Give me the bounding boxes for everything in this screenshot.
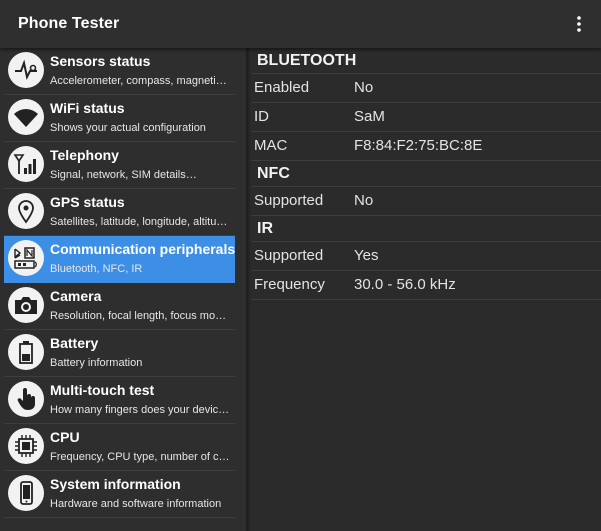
sidebar-item-title: Sensors status — [50, 53, 151, 69]
sidebar-item-subtitle: Accelerometer, compass, magnetic fie — [50, 75, 232, 87]
cell-tower-icon — [8, 146, 44, 182]
sidebar-item-multi-touch-test[interactable]: Multi-touch test How many fingers does y… — [4, 377, 235, 424]
info-key: Frequency — [254, 276, 325, 293]
info-row: MAC F8:84:F2:75:BC:8E — [251, 132, 601, 161]
sidebar-item-telephony[interactable]: Telephony Signal, network, SIM details… — [4, 142, 235, 189]
sidebar: Sensors status Accelerometer, compass, m… — [0, 48, 246, 531]
sidebar-item-title: CPU — [50, 429, 80, 445]
sidebar-item-camera[interactable]: Camera Resolution, focal length, focus m… — [4, 283, 235, 330]
info-key: Enabled — [254, 79, 310, 96]
bluetooth-nfc-ir-icon — [8, 240, 44, 276]
app-title: Phone Tester — [18, 15, 120, 32]
sidebar-item-title: Multi-touch test — [50, 382, 155, 398]
phone-icon — [8, 475, 44, 511]
info-value: F8:84:F2:75:BC:8E — [354, 137, 483, 154]
sidebar-item-system-information[interactable]: System information Hardware and software… — [4, 471, 235, 518]
sidebar-item-subtitle: Shows your actual configuration — [50, 122, 206, 134]
sidebar-item-gps-status[interactable]: GPS status Satellites, latitude, longitu… — [4, 189, 235, 236]
sidebar-item-subtitle: Hardware and software information — [50, 498, 222, 510]
sidebar-item-subtitle: Satellites, latitude, longitude, altitud… — [50, 216, 232, 228]
sidebar-item-title: Telephony — [50, 147, 119, 163]
sidebar-item-subtitle: Battery information — [50, 357, 143, 369]
info-value: No — [354, 79, 374, 96]
sidebar-item-subtitle: How many fingers does your device r… — [50, 404, 232, 416]
sidebar-item-title: Battery — [50, 335, 99, 351]
touch-hand-icon — [8, 381, 44, 417]
sidebar-item-title: GPS status — [50, 194, 125, 210]
info-key: Supported — [254, 192, 324, 209]
info-row: Supported Yes — [251, 242, 601, 271]
info-key: ID — [254, 108, 269, 125]
info-key: Supported — [254, 247, 324, 264]
app-bar: Phone Tester — [0, 0, 601, 48]
sidebar-item-subtitle: Frequency, CPU type, number of core… — [50, 451, 232, 463]
detail-pane: BLUETOOTH Enabled No ID SaM MAC F8:84:F2… — [251, 48, 601, 531]
wifi-icon — [8, 99, 44, 135]
overflow-menu-icon[interactable] — [567, 12, 591, 36]
section-header-nfc: NFC — [251, 161, 601, 187]
sidebar-item-battery[interactable]: Battery Battery information — [4, 330, 235, 377]
sidebar-item-subtitle: Resolution, focal length, focus mode… — [50, 310, 232, 322]
info-value: Yes — [354, 247, 379, 264]
sidebar-item-title: System information — [50, 476, 181, 492]
pane-divider — [246, 48, 251, 531]
sensor-pulse-icon — [8, 52, 44, 88]
info-key: MAC — [254, 137, 288, 154]
sidebar-item-title: Camera — [50, 288, 102, 304]
cpu-chip-icon — [8, 428, 44, 464]
sidebar-item-title: WiFi status — [50, 100, 125, 116]
info-row: Frequency 30.0 - 56.0 kHz — [251, 271, 601, 300]
section-header-ir: IR — [251, 216, 601, 242]
battery-icon — [8, 334, 44, 370]
info-value: SaM — [354, 108, 385, 125]
sidebar-item-title: Communication peripherals — [50, 241, 236, 257]
location-pin-icon — [8, 193, 44, 229]
info-row: ID SaM — [251, 103, 601, 132]
sidebar-item-subtitle: Bluetooth, NFC, IR — [50, 263, 143, 275]
info-value: 30.0 - 56.0 kHz — [354, 276, 456, 293]
sidebar-item-wifi-status[interactable]: WiFi status Shows your actual configurat… — [4, 95, 235, 142]
info-value: No — [354, 192, 374, 209]
sidebar-item-communication-peripherals[interactable]: Communication peripherals Bluetooth, NFC… — [4, 236, 235, 283]
info-row: Enabled No — [251, 74, 601, 103]
camera-icon — [8, 287, 44, 323]
info-row: Supported No — [251, 187, 601, 216]
sidebar-item-sensors-status[interactable]: Sensors status Accelerometer, compass, m… — [4, 48, 235, 95]
sidebar-item-cpu[interactable]: CPU Frequency, CPU type, number of core… — [4, 424, 235, 471]
sidebar-item-subtitle: Signal, network, SIM details… — [50, 169, 197, 181]
section-header-bluetooth: BLUETOOTH — [251, 48, 601, 74]
